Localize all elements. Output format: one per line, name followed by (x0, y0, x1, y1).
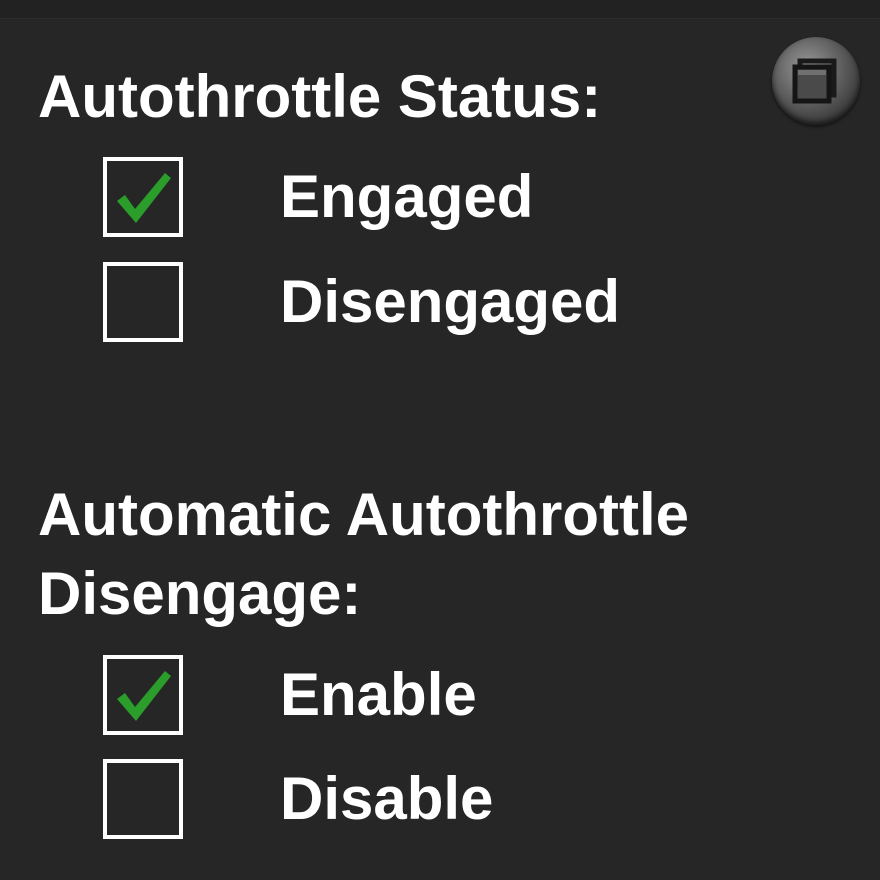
enable-checkbox[interactable] (103, 655, 183, 735)
checkmark-icon (117, 173, 171, 223)
enable-label: Enable (280, 661, 477, 728)
auto-disengage-title-line1: Automatic Autothrottle (38, 481, 690, 548)
disable-label: Disable (280, 765, 494, 832)
popout-window-button[interactable] (772, 37, 860, 125)
disable-checkbox[interactable] (103, 759, 183, 839)
engaged-label: Engaged (280, 163, 534, 230)
option-disengaged[interactable]: Disengaged (103, 262, 803, 342)
window-restore-icon (792, 58, 837, 104)
engaged-checkbox[interactable] (103, 157, 183, 237)
disengaged-label: Disengaged (280, 268, 621, 335)
autothrottle-panel: Autothrottle Status: Engaged Disengaged … (0, 0, 880, 880)
disengaged-checkbox[interactable] (103, 262, 183, 342)
auto-disengage-title-line2: Disengage: (38, 560, 362, 627)
option-engaged[interactable]: Engaged (103, 157, 803, 237)
autothrottle-status-title: Autothrottle Status: (38, 63, 602, 130)
panel-top-edge (0, 0, 880, 19)
checkmark-icon (117, 671, 171, 721)
option-disable[interactable]: Disable (103, 759, 803, 839)
option-enable[interactable]: Enable (103, 655, 803, 735)
